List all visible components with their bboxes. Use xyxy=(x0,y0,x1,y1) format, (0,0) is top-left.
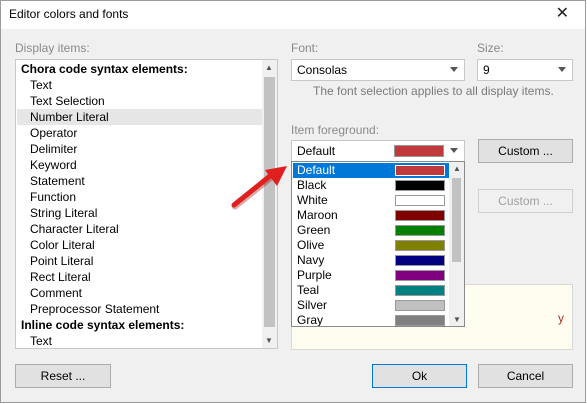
color-option-navy[interactable]: Navy xyxy=(293,253,449,268)
scroll-up-icon[interactable]: ▲ xyxy=(453,164,461,173)
color-option-label: Purple xyxy=(297,268,332,282)
color-option-maroon[interactable]: Maroon xyxy=(293,208,449,223)
preview-text: y xyxy=(558,311,564,325)
color-option-purple[interactable]: Purple xyxy=(293,268,449,283)
color-swatch xyxy=(395,300,445,311)
foreground-value: Default xyxy=(297,144,336,158)
color-option-label: Silver xyxy=(297,298,328,312)
list-item[interactable]: Comment xyxy=(17,285,275,301)
color-swatch xyxy=(395,165,445,176)
list-item[interactable]: Text xyxy=(17,333,275,348)
list-item[interactable]: Number Literal xyxy=(17,109,275,125)
list-group-header[interactable]: Chora code syntax elements: xyxy=(17,61,266,77)
background-custom-button[interactable]: Custom ... xyxy=(478,189,573,213)
ok-button[interactable]: Ok xyxy=(372,364,467,388)
color-option-white[interactable]: White xyxy=(293,193,449,208)
color-list-scrollbar[interactable]: ▲ ▼ xyxy=(449,162,464,326)
color-option-silver[interactable]: Silver xyxy=(293,298,449,313)
color-option-gray[interactable]: Gray xyxy=(293,313,449,327)
color-option-label: Green xyxy=(297,223,331,237)
color-option-label: White xyxy=(297,193,328,207)
scroll-down-icon[interactable]: ▼ xyxy=(265,336,273,345)
color-option-label: Teal xyxy=(297,283,320,297)
color-swatch xyxy=(395,240,445,251)
color-option-black[interactable]: Black xyxy=(293,178,449,193)
font-select[interactable]: Consolas xyxy=(291,59,465,81)
color-option-teal[interactable]: Teal xyxy=(293,283,449,298)
list-item[interactable]: Text Selection xyxy=(17,93,275,109)
chevron-down-icon xyxy=(450,67,458,72)
color-swatch xyxy=(395,210,445,221)
color-swatch xyxy=(395,270,445,281)
list-group-header[interactable]: Inline code syntax elements: xyxy=(17,317,266,333)
color-option-label: Black xyxy=(297,178,327,192)
color-option-label: Gray xyxy=(297,313,324,327)
color-swatch xyxy=(395,180,445,191)
color-option-label: Default xyxy=(297,163,336,177)
list-item[interactable]: Delimiter xyxy=(17,141,275,157)
color-option-default[interactable]: Default xyxy=(293,163,449,178)
list-item[interactable]: Character Literal xyxy=(17,221,275,237)
scroll-down-icon[interactable]: ▼ xyxy=(453,315,461,324)
item-foreground-label: Item foreground: xyxy=(291,123,380,137)
color-option-olive[interactable]: Olive xyxy=(293,238,449,253)
font-note: The font selection applies to all displa… xyxy=(313,84,554,98)
foreground-custom-button[interactable]: Custom ... xyxy=(478,139,573,163)
chevron-down-icon xyxy=(558,67,566,72)
color-option-label: Navy xyxy=(297,253,325,267)
color-option-label: Olive xyxy=(297,238,325,252)
color-option-green[interactable]: Green xyxy=(293,223,449,238)
color-dropdown-list[interactable]: Default Black White Maroon Green Olive Navy Pur… xyxy=(291,161,465,327)
size-select[interactable]: 9 xyxy=(477,59,573,81)
window-title: Editor colors and fonts xyxy=(9,7,129,21)
list-item[interactable]: Rect Literal xyxy=(17,269,275,285)
font-value: Consolas xyxy=(297,63,348,77)
display-items-label: Display items: xyxy=(15,41,90,55)
editor-colors-fonts-dialog: Editor colors and fonts ✕ Display items:… xyxy=(0,0,586,403)
size-label: Size: xyxy=(477,41,504,55)
list-item[interactable]: Text xyxy=(17,77,275,93)
list-item[interactable]: Operator xyxy=(17,125,275,141)
chevron-down-icon xyxy=(450,148,458,153)
color-option-label: Maroon xyxy=(297,208,338,222)
color-swatch xyxy=(395,195,445,206)
list-item[interactable]: Preprocessor Statement xyxy=(17,301,275,317)
cancel-button[interactable]: Cancel xyxy=(478,364,573,388)
title-bar: Editor colors and fonts ✕ xyxy=(1,1,585,29)
foreground-swatch xyxy=(394,145,444,157)
color-swatch xyxy=(395,315,445,326)
annotation-arrow-icon xyxy=(231,166,287,210)
color-swatch xyxy=(395,285,445,296)
color-swatch xyxy=(395,255,445,266)
close-icon[interactable]: ✕ xyxy=(556,4,569,24)
list-item[interactable]: Color Literal xyxy=(17,237,275,253)
font-label: Font: xyxy=(291,41,319,55)
scroll-up-icon[interactable]: ▲ xyxy=(265,63,273,72)
list-item[interactable]: Point Literal xyxy=(17,253,275,269)
scroll-thumb[interactable] xyxy=(452,178,461,262)
foreground-color-select[interactable]: Default xyxy=(291,140,465,162)
size-value: 9 xyxy=(483,63,490,77)
reset-button[interactable]: Reset ... xyxy=(15,364,111,388)
color-swatch xyxy=(395,225,445,236)
